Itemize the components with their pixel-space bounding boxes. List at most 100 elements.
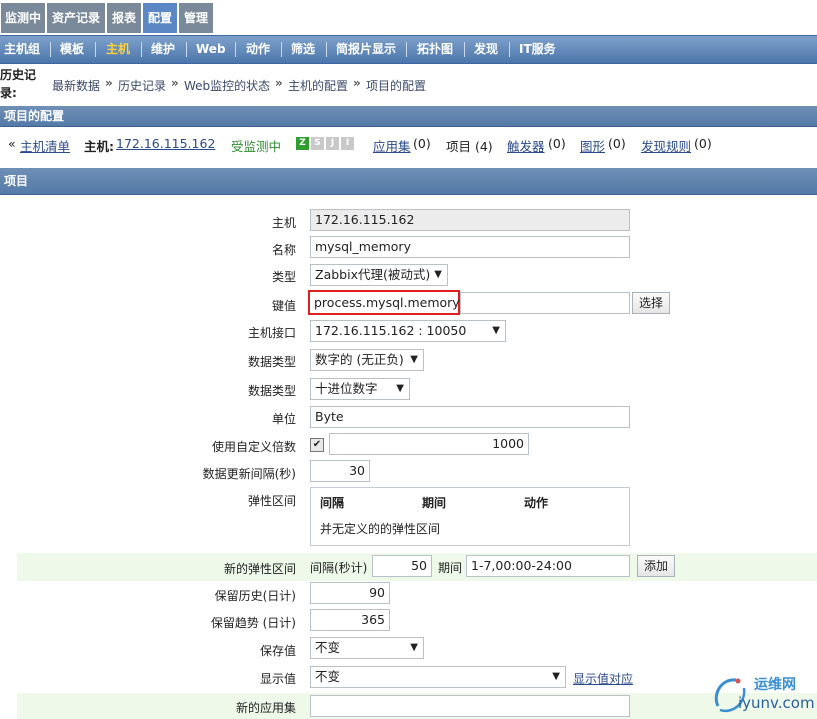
menu-divider: [50, 42, 51, 57]
host-field: 172.16.115.162: [310, 209, 630, 231]
menu-filters[interactable]: 筛选: [291, 36, 315, 63]
discovery-link[interactable]: 发现规则: [641, 136, 691, 155]
availability-zabbix-icon: Z: [296, 137, 309, 150]
newflex-field-label: 新的弹性区间: [223, 562, 296, 576]
host-list-link[interactable]: 主机清单: [20, 136, 70, 155]
menu-it-services[interactable]: IT服务: [519, 36, 556, 63]
menu-divider: [95, 42, 96, 57]
availability-jmx-icon: J: [326, 137, 339, 150]
graphs-count: (0): [608, 136, 626, 151]
tab-configuration[interactable]: 配置: [143, 3, 177, 33]
tab-administration[interactable]: 管理: [179, 3, 213, 33]
dataformat-select[interactable]: 十进位数字 ▼: [310, 378, 410, 400]
key-input-extension[interactable]: [460, 292, 630, 314]
datatype-field-label: 数据类型: [247, 355, 296, 369]
history-field-label: 保留历史(日计): [214, 589, 296, 603]
main-menu: 主机组 模板 主机 维护 Web 动作 筛选 简报片显示 拓扑图 发现 IT服务: [0, 35, 817, 64]
interface-select[interactable]: 172.16.115.162 : 10050 ▼: [310, 320, 506, 342]
newapp-input[interactable]: [310, 695, 630, 717]
flex-field-label: 弹性区间: [247, 494, 296, 508]
breadcrumb-web-status[interactable]: Web监控的状态: [184, 77, 270, 94]
tab-reports[interactable]: 报表: [107, 3, 141, 33]
history-input[interactable]: 90: [310, 582, 390, 604]
chevron-down-icon: ▼: [396, 383, 404, 394]
menu-hostgroups[interactable]: 主机组: [4, 36, 40, 63]
datatype-select-value: 数字的 (无正负): [315, 352, 404, 367]
key-input[interactable]: process.mysql.memory: [308, 290, 460, 315]
chevron-down-icon: ▼: [552, 671, 560, 682]
flex-empty-text: 并无定义的的弹性区间: [320, 522, 441, 536]
newflex-period-label: 期间: [438, 561, 463, 575]
multiplier-input[interactable]: 1000: [329, 433, 529, 455]
breadcrumb-item-config[interactable]: 项目的配置: [366, 77, 426, 94]
value-mapping-link[interactable]: 显示值对应: [573, 670, 633, 687]
menu-divider: [141, 42, 142, 57]
host-link[interactable]: 172.16.115.162: [116, 136, 215, 151]
store-field-label: 保存值: [259, 644, 296, 658]
chevron-down-icon: ▼: [410, 354, 418, 365]
site-watermark: 运维网 iyunv.com: [710, 670, 815, 716]
menu-divider: [186, 42, 187, 57]
newapp-field-label: 新的应用集: [235, 701, 296, 715]
add-flex-button[interactable]: 添加: [637, 555, 675, 577]
tab-monitoring[interactable]: 监测中: [1, 3, 45, 33]
dataformat-select-value: 十进位数字: [315, 381, 378, 396]
key-select-button[interactable]: 选择: [632, 292, 670, 314]
trends-input[interactable]: 365: [310, 609, 390, 631]
breadcrumb-separator: »: [171, 76, 179, 90]
chevron-down-icon: ▼: [410, 642, 418, 653]
item-form: 主机 172.16.115.162 名称 mysql_memory 类型 Zab…: [0, 195, 817, 719]
host-field-label: 主机: [271, 216, 296, 230]
chevron-down-icon: ▼: [492, 325, 500, 336]
store-select[interactable]: 不变 ▼: [310, 637, 424, 659]
host-label: 主机:: [84, 139, 114, 154]
type-select[interactable]: Zabbix代理(被动式) ▼: [310, 264, 448, 286]
menu-screens[interactable]: 简报片显示: [336, 36, 396, 63]
breadcrumb-history[interactable]: 历史记录: [118, 77, 166, 94]
graphs-link[interactable]: 图形: [580, 136, 605, 155]
multiplier-field-label: 使用自定义倍数: [211, 440, 296, 454]
section-title: 项目的配置: [4, 109, 65, 123]
menu-divider: [326, 42, 327, 57]
menu-hosts[interactable]: 主机: [106, 36, 130, 63]
type-field-label: 类型: [271, 270, 296, 284]
menu-web[interactable]: Web: [196, 36, 226, 63]
breadcrumb-title: 历史记录:: [0, 68, 37, 100]
triggers-count: (0): [548, 136, 566, 151]
menu-divider: [406, 42, 407, 57]
menu-discovery[interactable]: 发现: [474, 36, 498, 63]
triggers-link[interactable]: 触发器: [507, 136, 545, 155]
multiplier-checkbox[interactable]: ✔: [310, 438, 324, 452]
newflex-interval-label: 间隔(秒计): [310, 561, 368, 575]
chevron-down-icon: ▼: [434, 269, 442, 280]
applications-link[interactable]: 应用集: [373, 136, 411, 155]
interface-field-label: 主机接口: [247, 326, 296, 340]
availability-ipmi-icon: I: [341, 137, 354, 150]
datatype-select[interactable]: 数字的 (无正负) ▼: [310, 349, 424, 371]
breadcrumb-host-config[interactable]: 主机的配置: [288, 77, 348, 94]
units-input[interactable]: Byte: [310, 406, 630, 428]
newflex-interval-input[interactable]: 50: [372, 555, 432, 577]
interval-input[interactable]: 30: [310, 460, 370, 482]
tab-inventory[interactable]: 资产记录: [47, 3, 105, 33]
flex-col-interval: 间隔: [320, 496, 345, 510]
menu-maps[interactable]: 拓扑图: [417, 36, 453, 63]
name-input[interactable]: mysql_memory: [310, 236, 630, 258]
watermark-brand: 运维网: [754, 677, 796, 693]
newflex-period-input[interactable]: 1-7,00:00-24:00: [466, 555, 630, 577]
menu-divider: [464, 42, 465, 57]
section-header: 项目的配置: [0, 106, 817, 127]
menu-maintenance[interactable]: 维护: [151, 36, 175, 63]
menu-actions[interactable]: 动作: [246, 36, 270, 63]
breadcrumb-separator: »: [353, 76, 361, 90]
back-arrow: «: [8, 136, 16, 151]
menu-templates[interactable]: 模板: [60, 36, 84, 63]
form-title: 项目: [4, 174, 29, 188]
watermark-domain: iyunv.com: [738, 694, 815, 712]
show-select[interactable]: 不变 ▼: [310, 666, 566, 688]
flex-col-period: 期间: [422, 496, 447, 510]
flex-intervals-table: 间隔 期间 动作 并无定义的的弹性区间: [310, 487, 630, 546]
units-field-label: 单位: [271, 412, 296, 426]
breadcrumb-latest-data[interactable]: 最新数据: [52, 77, 100, 94]
monitored-status[interactable]: 受监测中: [231, 136, 281, 155]
